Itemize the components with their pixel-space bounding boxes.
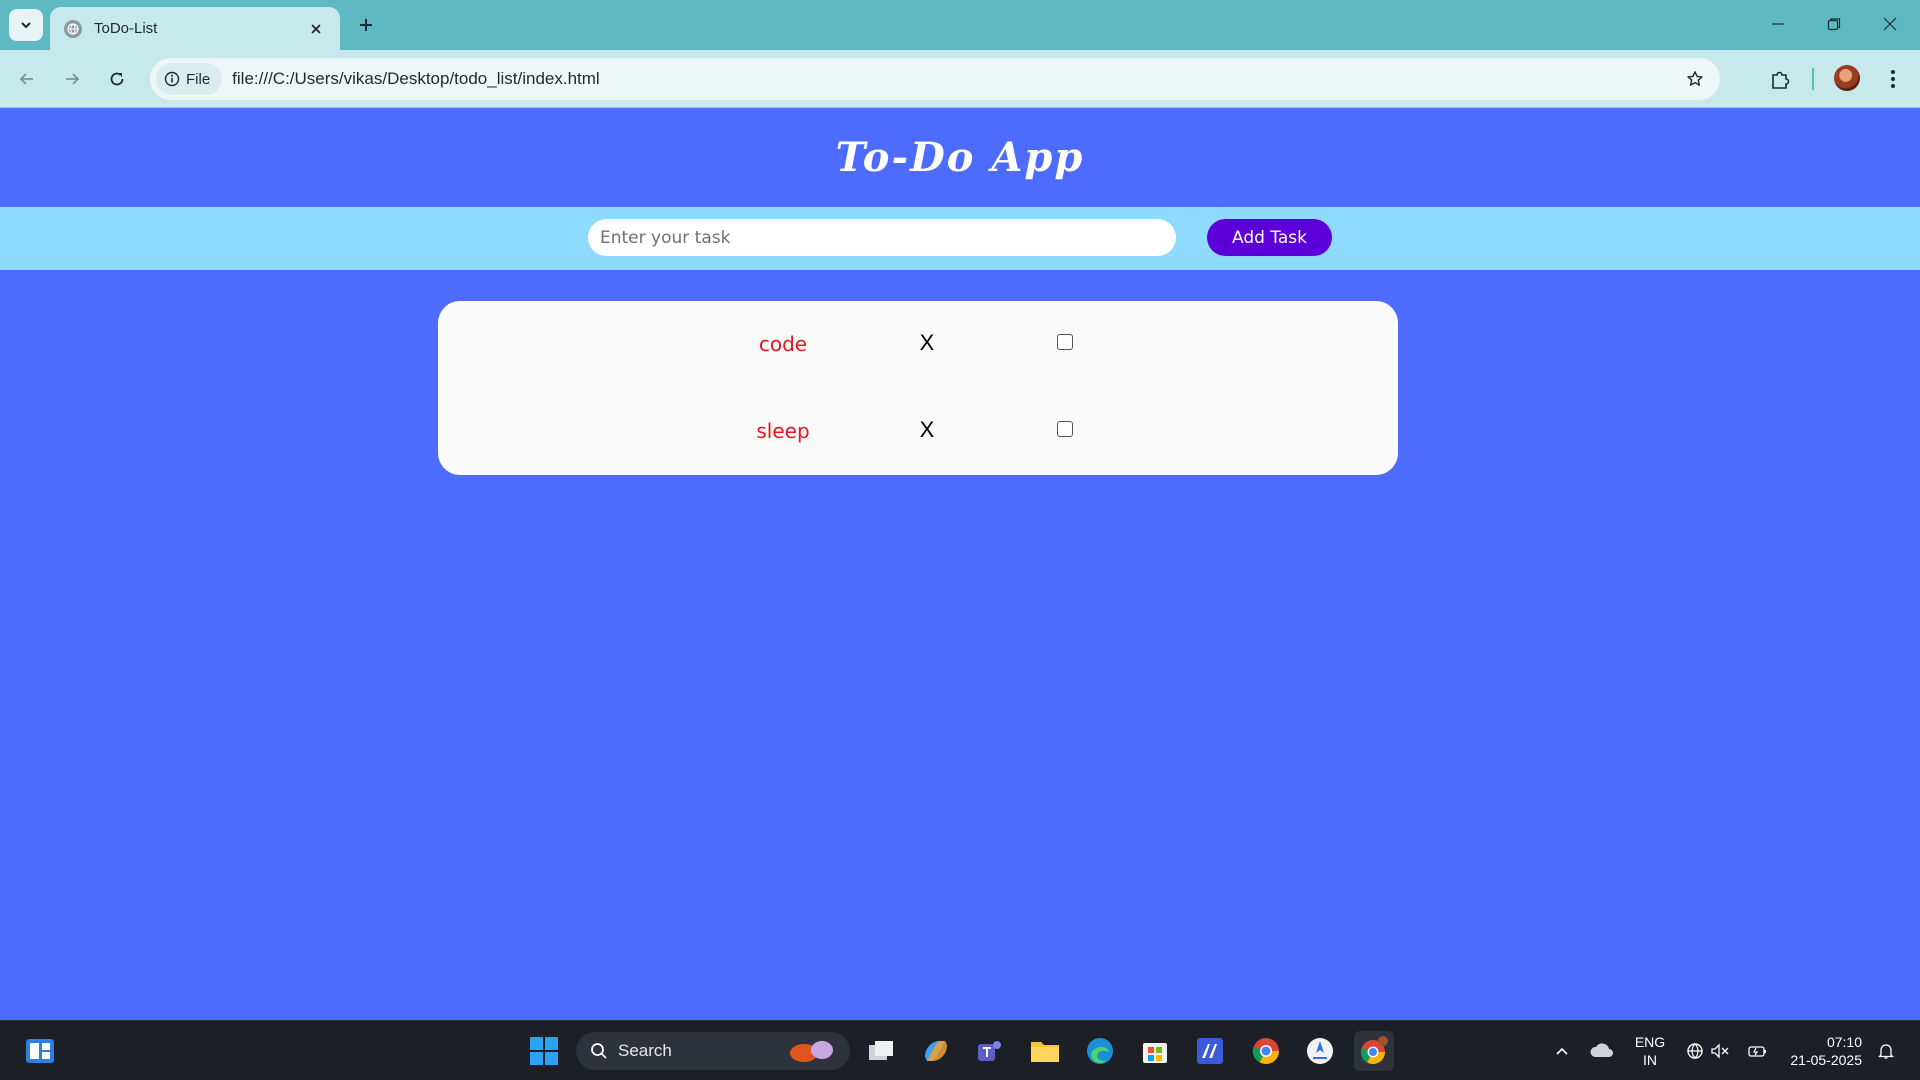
forward-arrow-icon (66, 73, 80, 85)
tab-search-button[interactable] (9, 9, 43, 41)
close-icon (311, 23, 321, 34)
language-indicator[interactable]: ENG IN (1628, 1033, 1672, 1069)
browser-menu-button[interactable] (1878, 62, 1908, 96)
search-highlight-icon (790, 1041, 833, 1062)
teams-button[interactable] (970, 1031, 1010, 1071)
task-checkbox[interactable] (1057, 421, 1073, 437)
store-button[interactable] (1135, 1031, 1175, 1071)
file-explorer-button[interactable] (1025, 1031, 1065, 1071)
add-task-button[interactable]: Add Task (1207, 219, 1332, 256)
task-view-button[interactable] (861, 1031, 901, 1071)
copilot-icon (925, 1041, 947, 1061)
battery-button[interactable] (1740, 1031, 1776, 1071)
windows-logo-icon (530, 1037, 558, 1065)
search-icon (591, 1043, 607, 1059)
star-icon (1687, 71, 1703, 86)
onedrive-button[interactable] (1582, 1031, 1622, 1071)
edge-button[interactable] (1080, 1031, 1120, 1071)
window-close-icon (1883, 17, 1897, 31)
restore-button[interactable] (1814, 8, 1854, 40)
browser-tab[interactable]: ToDo-List (50, 7, 340, 50)
plus-icon (360, 19, 372, 31)
tray-overflow-button[interactable] (1542, 1031, 1582, 1071)
chrome-icon (1252, 1038, 1280, 1065)
vscode-button[interactable] (1190, 1031, 1230, 1071)
taskbar: Search ENG IN 07:10 21-05-2025 (0, 1020, 1920, 1080)
chrome-profile-button[interactable] (1354, 1031, 1394, 1071)
new-tab-button[interactable] (352, 11, 380, 39)
minimize-icon (1772, 23, 1784, 25)
task-list: code X sleep X (438, 301, 1398, 475)
clock-date: 21-05-2025 (1790, 1052, 1862, 1068)
minimize-button[interactable] (1758, 8, 1798, 40)
toolbar-separator (1812, 68, 1814, 90)
task-view-icon (869, 1041, 893, 1060)
edge-icon (1087, 1038, 1113, 1064)
tab-strip: ToDo-List (0, 0, 1920, 50)
task-checkbox[interactable] (1057, 334, 1073, 350)
back-button[interactable] (10, 62, 44, 96)
chrome-button[interactable] (1246, 1031, 1286, 1071)
browser-toolbar: File file:///C:/Users/vikas/Desktop/todo… (0, 50, 1920, 108)
store-icon (1143, 1043, 1167, 1063)
battery-icon (1748, 1046, 1766, 1057)
folder-icon (1031, 1042, 1059, 1062)
app-launcher-button[interactable] (1300, 1031, 1340, 1071)
copilot-button[interactable] (916, 1031, 956, 1071)
chrome-active-icon (1360, 1036, 1388, 1065)
bookmark-button[interactable] (1678, 62, 1712, 96)
task-input-bar: Add Task (0, 207, 1920, 270)
taskbar-search[interactable]: Search (576, 1032, 850, 1070)
teams-icon (978, 1041, 1001, 1061)
language-region: IN (1643, 1052, 1657, 1068)
task-item: code X (438, 324, 1398, 364)
chevron-up-icon (1556, 1047, 1568, 1055)
app-title: To-Do App (835, 134, 1085, 181)
info-icon (164, 71, 180, 87)
todo-page: To-Do App Add Task code X sleep X (0, 108, 1920, 1020)
extensions-button[interactable] (1762, 62, 1798, 98)
chevron-down-icon (21, 22, 31, 29)
network-icon (1687, 1043, 1703, 1059)
quick-settings-button[interactable] (1678, 1031, 1738, 1071)
extensions-icon (1772, 71, 1790, 89)
profile-avatar[interactable] (1834, 65, 1860, 91)
delete-task-button[interactable]: X (912, 415, 942, 445)
start-button[interactable] (524, 1031, 564, 1071)
address-bar[interactable]: File file:///C:/Users/vikas/Desktop/todo… (150, 58, 1720, 100)
search-label: Search (618, 1041, 672, 1060)
globe-icon (64, 19, 82, 38)
widgets-icon (26, 1039, 54, 1063)
task-text: sleep (756, 419, 810, 443)
language-code: ENG (1634, 1034, 1666, 1050)
reload-button[interactable] (100, 62, 134, 96)
back-arrow-icon (19, 73, 33, 85)
compass-icon (1307, 1038, 1333, 1064)
window-close-button[interactable] (1870, 8, 1910, 40)
clock[interactable]: 07:10 21-05-2025 (1782, 1033, 1862, 1069)
notifications-button[interactable] (1870, 1031, 1902, 1071)
forward-button[interactable] (55, 62, 89, 96)
site-chip-label: File (186, 70, 211, 88)
more-vert-icon (1891, 70, 1895, 88)
close-tab-button[interactable] (306, 19, 326, 39)
url-text[interactable]: file:///C:/Users/vikas/Desktop/todo_list… (232, 69, 1678, 89)
task-input[interactable] (588, 219, 1176, 256)
cloud-icon (1590, 1043, 1613, 1057)
widgets-button[interactable] (20, 1031, 60, 1071)
site-info-chip[interactable]: File (156, 63, 223, 95)
delete-task-button[interactable]: X (912, 328, 942, 358)
reload-icon (110, 72, 124, 86)
restore-icon (1827, 18, 1841, 31)
task-item: sleep X (438, 411, 1398, 451)
notification-bell-icon (1877, 1044, 1895, 1059)
clock-time: 07:10 (1826, 1034, 1862, 1050)
tab-title: ToDo-List (94, 20, 158, 37)
app-icon (1197, 1038, 1223, 1064)
mute-icon (1711, 1043, 1729, 1059)
task-text: code (758, 332, 808, 356)
app-header: To-Do App (0, 108, 1920, 207)
